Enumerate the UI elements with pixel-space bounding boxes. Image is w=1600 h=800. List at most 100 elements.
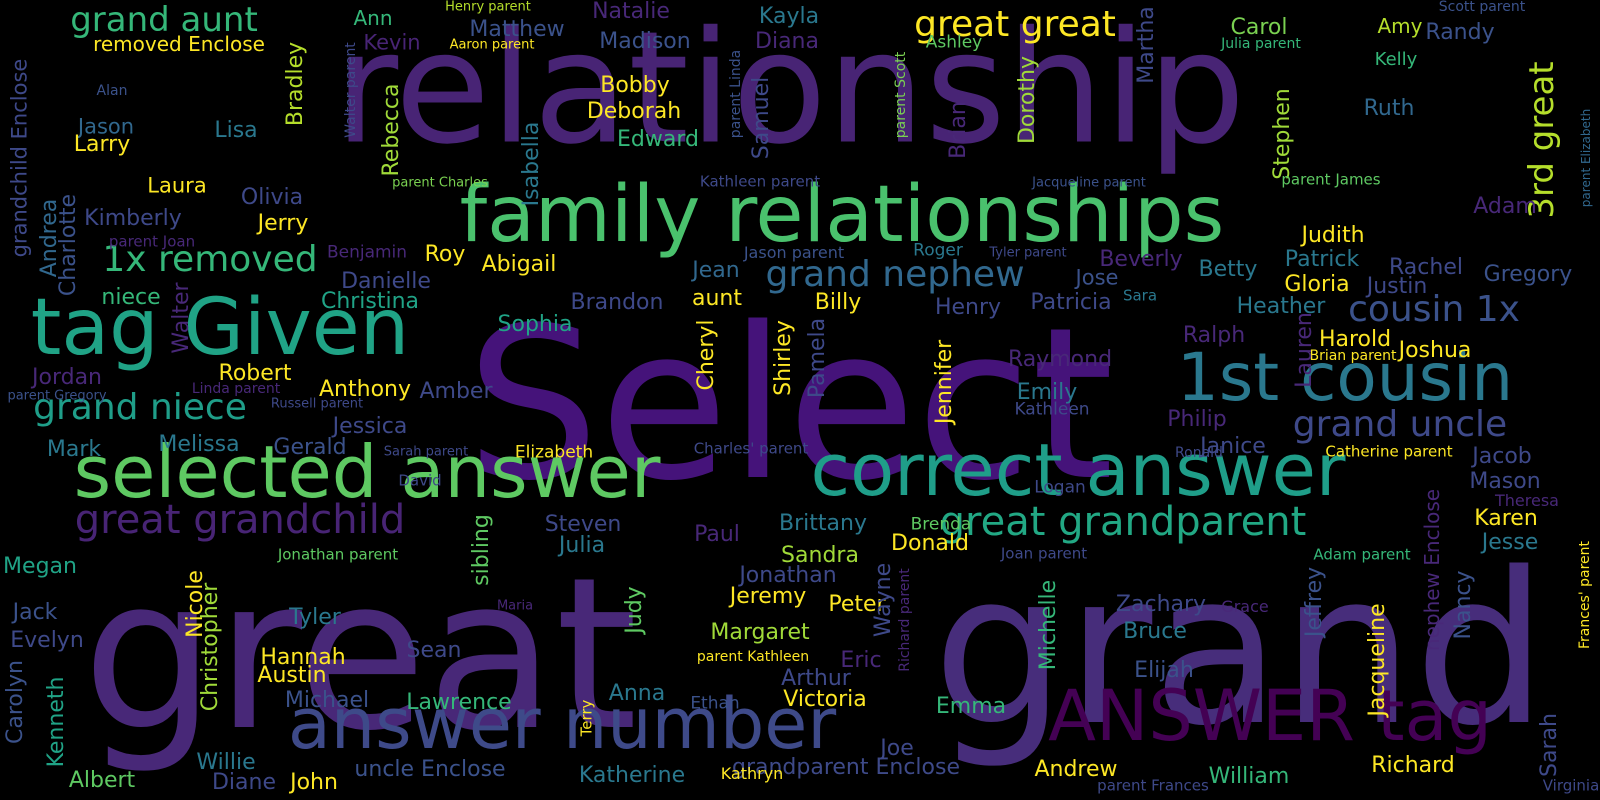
- cloud-word: Charlotte: [56, 193, 81, 297]
- cloud-word: Isabella: [519, 121, 544, 207]
- cloud-word: Amy: [1377, 14, 1423, 38]
- cloud-word: Madison: [599, 29, 691, 54]
- cloud-word: Richard: [1371, 753, 1455, 778]
- cloud-word: Melissa: [158, 432, 240, 457]
- cloud-word: Jason parent: [743, 243, 845, 262]
- cloud-word: Brandon: [570, 290, 664, 315]
- cloud-word: Philip: [1167, 407, 1227, 432]
- cloud-word: parent James: [1281, 170, 1381, 189]
- cloud-word: Bradley: [283, 41, 308, 127]
- cloud-word: John: [290, 770, 338, 795]
- cloud-word: Ralph: [1182, 323, 1246, 348]
- cloud-word: Stephen: [1270, 88, 1295, 180]
- cloud-word: Ashley: [925, 32, 983, 53]
- cloud-word: Maria: [496, 598, 534, 614]
- cloud-word: Bruce: [1123, 619, 1187, 644]
- cloud-word: great grandparent: [939, 499, 1307, 545]
- cloud-word: Diane: [211, 770, 277, 795]
- cloud-word: Edward: [617, 127, 699, 152]
- cloud-word: niece: [101, 285, 161, 310]
- cloud-word: Michael: [284, 688, 370, 713]
- cloud-word: Jeremy: [729, 584, 807, 609]
- cloud-word: Lauren: [1292, 312, 1317, 388]
- cloud-word: Kenneth: [44, 676, 69, 768]
- cloud-word: Martha: [1134, 6, 1159, 84]
- cloud-word: parent Frances: [1097, 776, 1209, 795]
- cloud-word: Justin: [1366, 274, 1428, 299]
- cloud-word: ANSWER tag: [1048, 675, 1492, 757]
- cloud-word: Russell parent: [270, 396, 364, 412]
- cloud-word: Julia: [558, 533, 606, 558]
- cloud-word: Larry: [73, 132, 131, 157]
- cloud-word: Mason: [1469, 469, 1541, 494]
- cloud-word: nephew Enclose: [1420, 488, 1444, 652]
- cloud-word: removed Enclose: [93, 32, 265, 56]
- cloud-word: Diana: [755, 29, 819, 54]
- cloud-word: Billy: [814, 290, 862, 315]
- cloud-word: Sarah parent: [383, 444, 469, 460]
- cloud-word: Charles' parent: [693, 439, 809, 458]
- cloud-word: Ethan: [690, 693, 740, 714]
- cloud-word: Alan: [96, 83, 128, 99]
- cloud-word: grandchild Enclose: [7, 58, 32, 258]
- cloud-word: Cheryl: [694, 319, 719, 391]
- cloud-word: sibling: [469, 514, 494, 586]
- cloud-word: Walter parent: [343, 42, 359, 138]
- word-cloud: relationship Select great grand family relat…: [0, 0, 1600, 800]
- cloud-word: parent Charles: [392, 175, 488, 191]
- cloud-word: Laura: [147, 173, 207, 198]
- cloud-word: Lisa: [214, 118, 258, 143]
- cloud-word: Margaret: [710, 620, 810, 645]
- cloud-word: Olivia: [240, 185, 304, 210]
- cloud-word: Aaron parent: [449, 37, 535, 53]
- cloud-word: Evelyn: [10, 628, 84, 653]
- cloud-word: Kathleen parent: [699, 172, 821, 191]
- cloud-word: Amber: [419, 379, 493, 404]
- cloud-word: Scott parent: [1438, 0, 1526, 15]
- cloud-word: Randy: [1425, 20, 1495, 45]
- cloud-word: Virginia: [1542, 776, 1600, 795]
- cloud-word: Ann: [353, 6, 393, 30]
- cloud-word: grand uncle: [1292, 404, 1508, 445]
- cloud-word: great grandchild: [74, 497, 406, 543]
- cloud-word: Pamela: [805, 317, 830, 399]
- cloud-word: Sophia: [497, 312, 573, 337]
- cloud-word: parent Joan: [108, 232, 196, 251]
- cloud-word: Gerald: [273, 435, 347, 460]
- cloud-word: Roy: [424, 242, 466, 267]
- cloud-word: Donald: [891, 531, 969, 556]
- cloud-word: Jeffrey: [1302, 566, 1327, 638]
- cloud-word: Bobby: [600, 73, 670, 98]
- cloud-word: Jonathan parent: [277, 545, 399, 564]
- cloud-word: parent Elizabeth: [1579, 108, 1593, 208]
- cloud-word: Rebecca: [379, 83, 404, 177]
- cloud-word: Gloria: [1284, 272, 1350, 297]
- cloud-word: Tyler parent: [989, 245, 1067, 261]
- cloud-word: Jacqueline: [1365, 603, 1390, 717]
- cloud-word: Linda parent: [191, 381, 281, 397]
- cloud-word: Victoria: [783, 687, 867, 712]
- cloud-word: Jose: [1075, 265, 1119, 290]
- cloud-word: Julia parent: [1221, 36, 1301, 52]
- cloud-word: Judith: [1301, 223, 1365, 248]
- cloud-word: Anna: [608, 681, 666, 706]
- cloud-word: Mark: [46, 437, 102, 462]
- cloud-word: Kayla: [758, 4, 820, 29]
- cloud-word: Deborah: [586, 99, 682, 124]
- cloud-word: Albert: [68, 768, 136, 793]
- cloud-word: Patricia: [1030, 290, 1112, 315]
- cloud-word: Raymond: [1007, 347, 1113, 372]
- cloud-word: Carolyn: [3, 660, 28, 744]
- cloud-word: Jordan: [32, 365, 102, 390]
- cloud-word: Richard parent: [897, 568, 913, 672]
- cloud-word: Austin: [257, 663, 327, 688]
- cloud-word: Terry: [577, 699, 596, 737]
- cloud-word: Adam: [1473, 194, 1537, 219]
- cloud-word: Jesse: [1481, 530, 1539, 555]
- cloud-word: Ronald: [1175, 445, 1223, 461]
- cloud-word: Logan: [1034, 477, 1086, 498]
- cloud-word: Christopher: [198, 582, 223, 712]
- cloud-word: grand nephew: [765, 254, 1025, 295]
- cloud-word: Megan: [3, 554, 77, 579]
- cloud-word: Kathryn: [720, 764, 784, 783]
